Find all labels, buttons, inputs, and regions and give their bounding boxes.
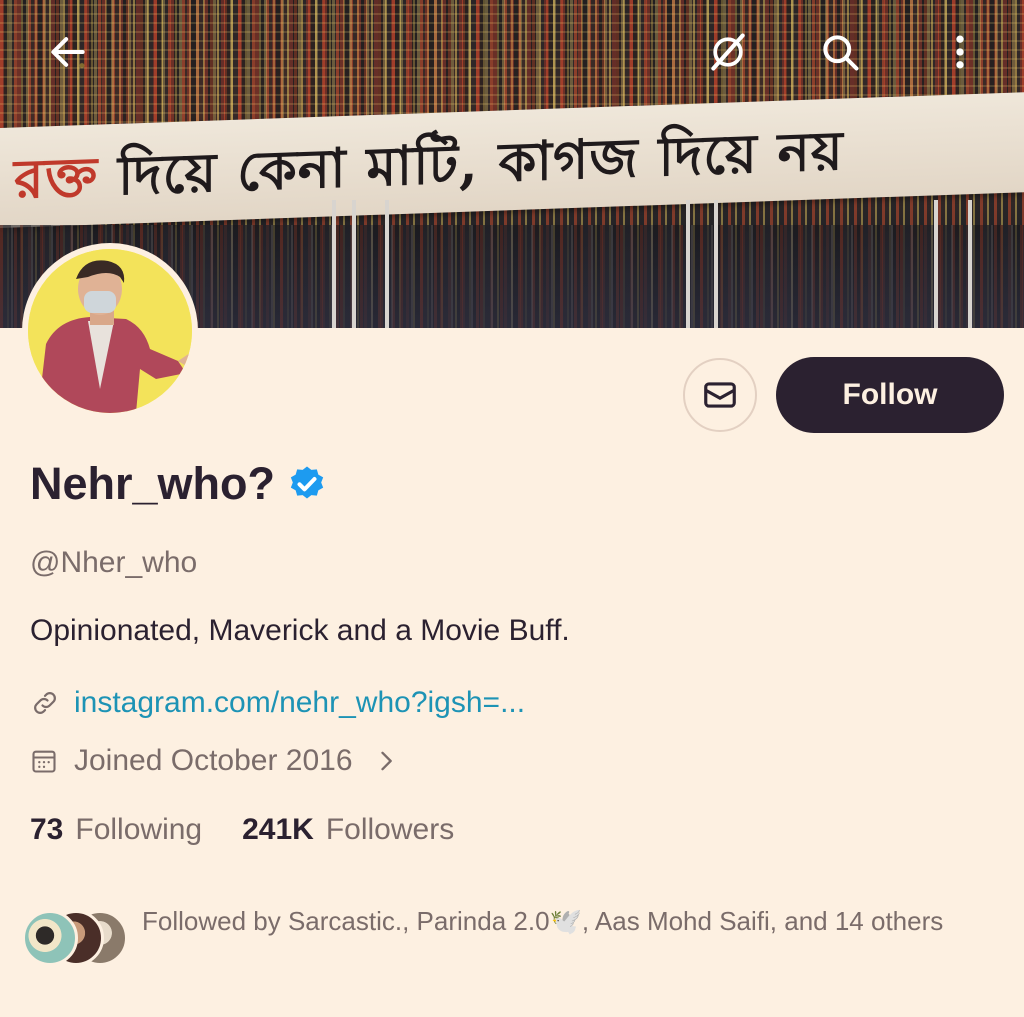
name-row: Nehr_who?: [30, 458, 327, 510]
search-button[interactable]: [810, 22, 870, 82]
follow-stats: 73 Following 241K Followers: [30, 813, 454, 847]
arrow-left-icon: [51, 37, 85, 67]
followed-by-row[interactable]: Followed by Sarcastic., Parinda 2.0🕊️, A…: [22, 906, 1012, 966]
banner-pole: [714, 200, 718, 328]
profile-bio: Opinionated, Maverick and a Movie Buff.: [30, 614, 570, 647]
following-count: 73: [30, 813, 64, 846]
avatar-image: [28, 249, 192, 413]
grok-icon: [711, 33, 745, 71]
search-icon: [823, 35, 859, 71]
follower-avatar: [22, 910, 78, 966]
follower-avatars: [22, 906, 134, 966]
profile-page: রক্ত দিয়ে কেনা মাটি, কাগজ দিয়ে নয় Fol…: [0, 0, 1024, 1017]
avatar[interactable]: [22, 243, 198, 419]
banner-pole: [332, 200, 336, 328]
envelope-icon: [704, 382, 736, 408]
calendar-icon: [32, 750, 56, 773]
banner-pole: [968, 200, 972, 328]
avatar-illustration: [28, 249, 192, 413]
more-button[interactable]: [930, 22, 990, 82]
followers-count: 241K: [242, 813, 314, 846]
more-vertical-icon: [956, 35, 964, 69]
joined-row[interactable]: Joined October 2016: [30, 744, 397, 778]
following-label: Following: [75, 813, 203, 846]
banner-pole: [686, 200, 690, 328]
message-button[interactable]: [683, 358, 757, 432]
verified-badge-icon[interactable]: [287, 464, 327, 504]
followers-stat[interactable]: 241K Followers: [242, 813, 454, 847]
link-icon: [34, 692, 56, 714]
banner-pole: [934, 200, 938, 328]
follow-button[interactable]: Follow: [776, 357, 1004, 433]
joined-date: Joined October 2016: [74, 744, 353, 777]
profile-link-row: instagram.com/nehr_who?igsh=...: [30, 686, 525, 720]
followers-label: Followers: [325, 813, 455, 846]
profile-website-link[interactable]: instagram.com/nehr_who?igsh=...: [74, 686, 525, 720]
banner-pole: [352, 200, 356, 328]
banner-pole: [385, 200, 389, 328]
followed-by-text: Followed by Sarcastic., Parinda 2.0🕊️, A…: [142, 906, 944, 936]
profile-handle: @Nher_who: [30, 546, 198, 579]
display-name: Nehr_who?: [30, 458, 276, 509]
back-button[interactable]: [38, 22, 98, 82]
chevron-right-icon: [380, 751, 392, 771]
grok-button[interactable]: [698, 22, 758, 82]
following-stat[interactable]: 73 Following: [30, 813, 202, 847]
